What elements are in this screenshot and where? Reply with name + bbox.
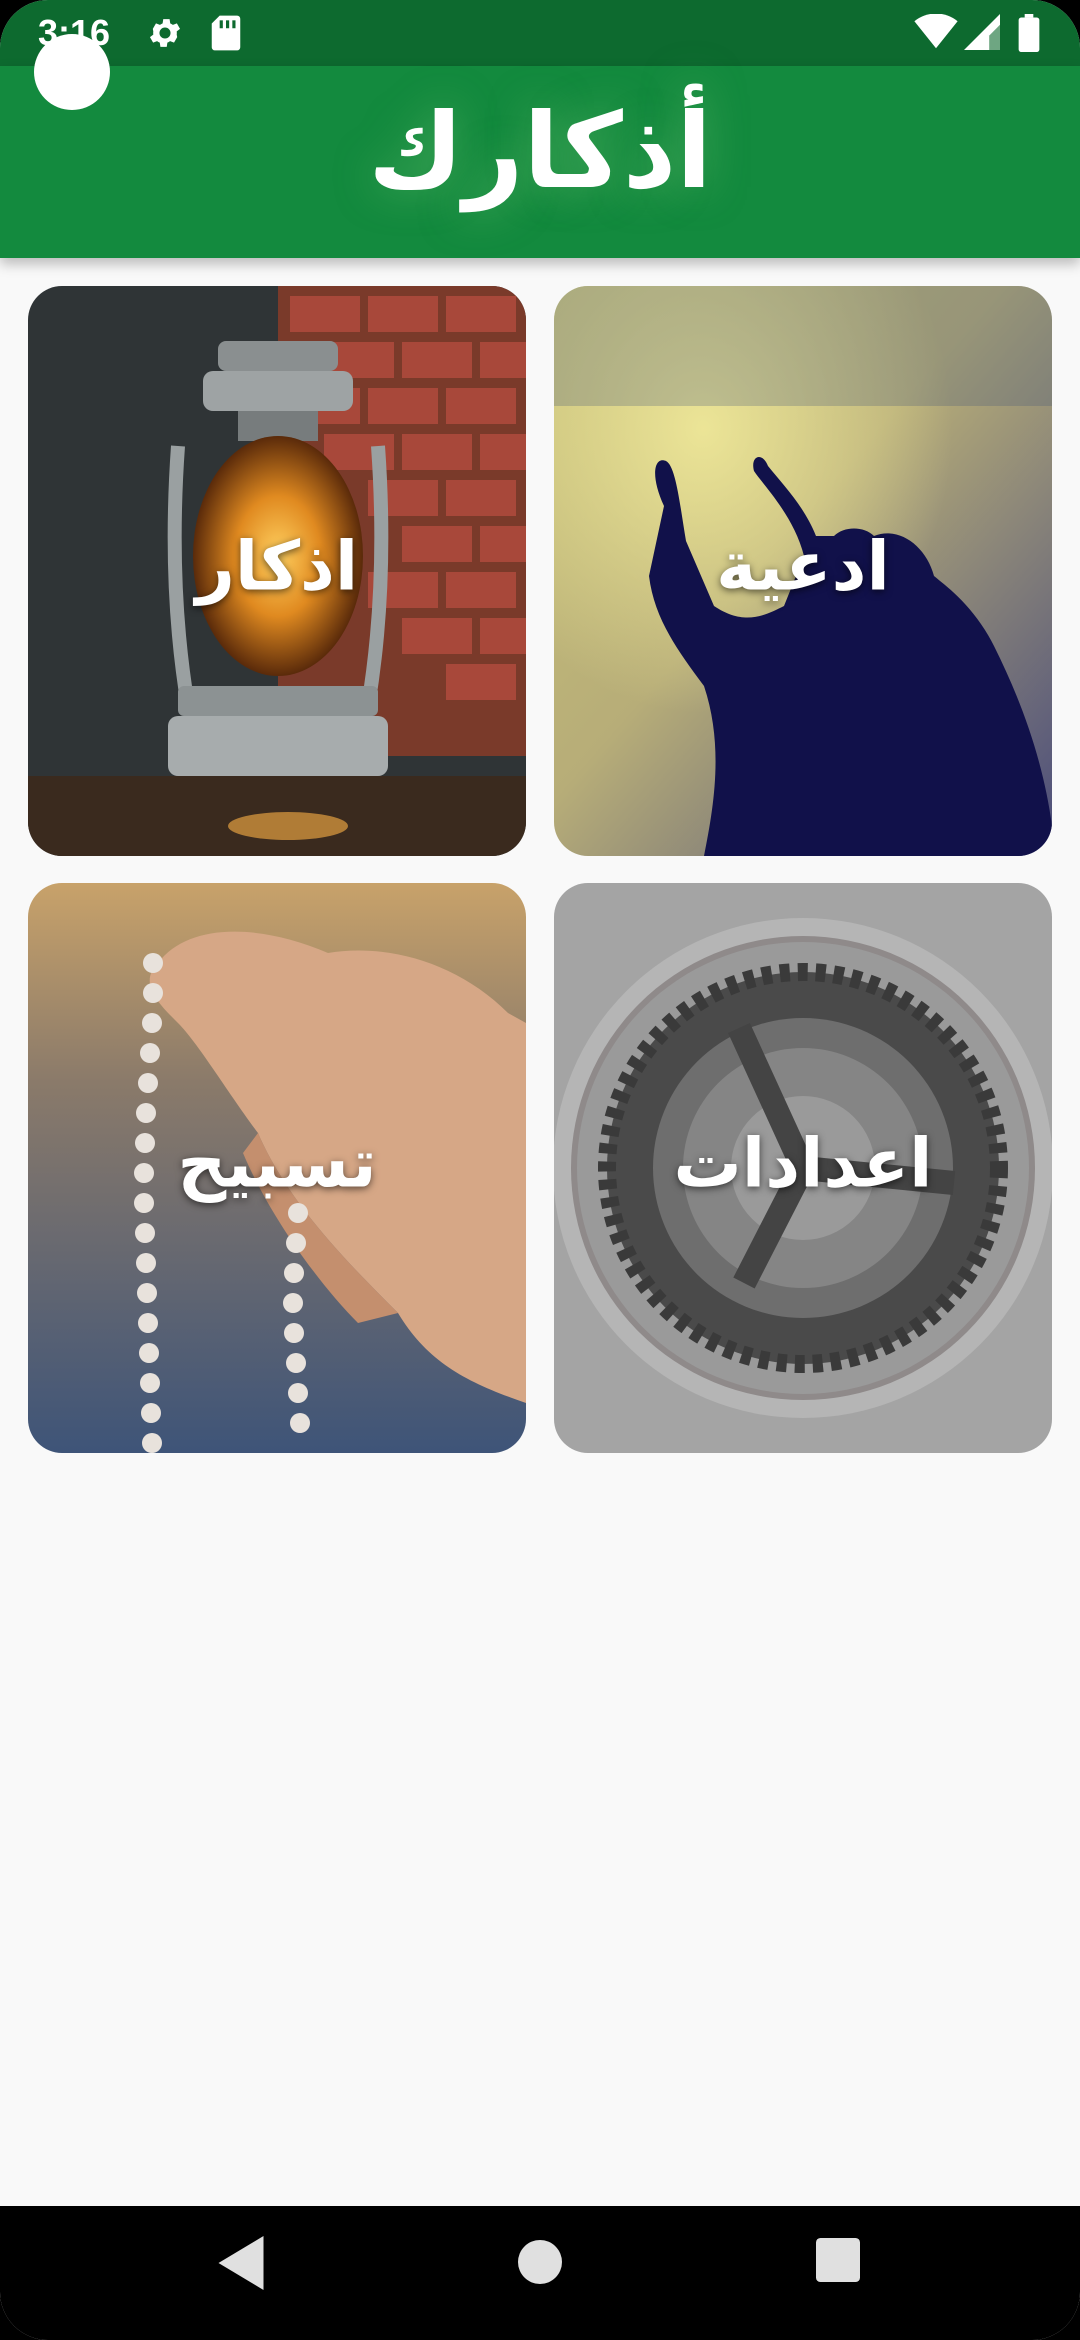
card-tasbih[interactable]: تسبيح	[28, 883, 526, 1453]
app-title: أذكارك	[368, 90, 712, 212]
status-bar: 3:16	[0, 0, 1080, 66]
back-icon[interactable]	[218, 2236, 264, 2290]
wifi-icon	[914, 14, 958, 49]
settings-icon	[149, 19, 181, 47]
home-icon[interactable]	[518, 2240, 562, 2284]
sd-card-icon	[211, 15, 241, 51]
app-screen: 3:16 أذكارك ادعية اذكار اعدادات تسبيح	[0, 0, 1080, 2340]
card-label: تسبيح	[177, 1124, 377, 1204]
signal-icon	[964, 14, 1000, 50]
battery-icon	[1018, 14, 1040, 52]
card-label: اذكار	[195, 527, 359, 607]
recents-icon[interactable]	[816, 2238, 860, 2282]
card-supplications[interactable]: ادعية	[554, 286, 1052, 856]
card-label: اعدادات	[673, 1124, 933, 1204]
card-remembrances[interactable]: اذكار	[28, 286, 526, 856]
app-bar: أذكارك	[0, 66, 1080, 258]
card-settings[interactable]: اعدادات	[554, 883, 1052, 1453]
navigation-bar	[0, 2206, 1080, 2340]
card-label: ادعية	[716, 527, 890, 607]
floating-touch-indicator	[34, 34, 110, 110]
